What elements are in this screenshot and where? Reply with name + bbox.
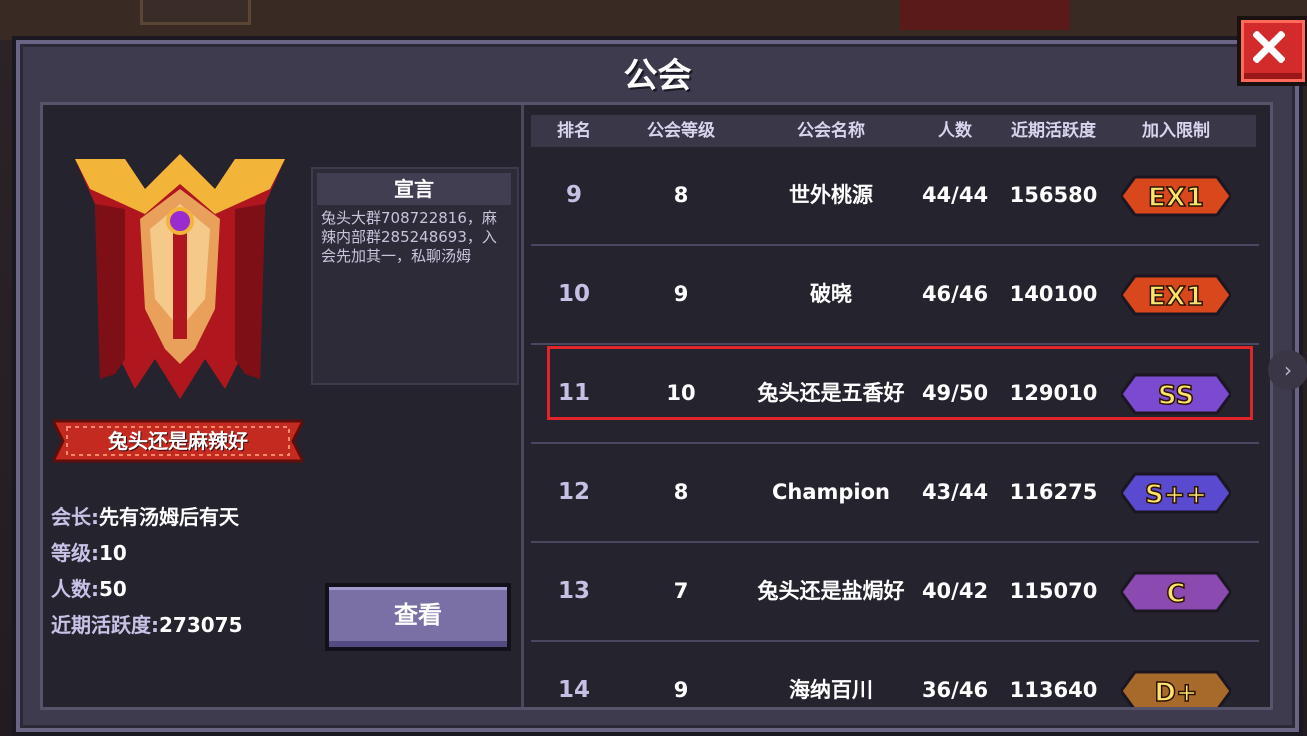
row-activity: 140100 [1009,282,1098,306]
header-members: 人数 [938,121,972,141]
join-limit-badge: EX1 [1121,175,1231,217]
declaration-title: 宣言 [317,173,511,205]
join-limit-label: C [1166,579,1185,609]
header-name: 公会名称 [797,121,865,141]
header-activity: 近期活跃度 [1011,121,1096,141]
row-guild-level: 9 [673,282,689,306]
table-row[interactable]: 13 7 兔头还是盐焗好 40/42 115070 C [531,543,1259,642]
level-label: 等级: [51,541,99,565]
members-label: 人数: [51,577,99,601]
header-rank: 排名 [557,121,591,141]
activity-line: 近期活跃度:273075 [51,609,243,638]
row-activity: 156580 [1009,183,1098,207]
guild-banner-emblem [75,154,285,399]
close-icon [1253,31,1285,63]
row-members: 40/42 [921,579,989,603]
view-button[interactable]: 查看 [325,583,511,651]
modal-title: 公会 [623,56,692,96]
leader-label: 会长: [51,505,99,529]
row-guild-name: Champion [771,480,891,504]
join-limit-label: EX1 [1148,183,1204,213]
join-limit-label: D+ [1154,678,1197,707]
row-members: 44/44 [921,183,989,207]
modal-content: 兔头还是麻辣好 宣言 兔头大群708722816，麻辣内部群285248693，… [40,102,1273,710]
row-guild-name: 破晓 [810,282,852,306]
level-value: 10 [99,541,127,565]
row-members: 36/46 [921,678,989,702]
activity-label: 近期活跃度: [51,613,159,637]
join-limit-badge: C [1121,571,1231,613]
table-row[interactable]: 12 8 Champion 43/44 116275 S++ [531,444,1259,543]
table-row[interactable]: 9 8 世外桃源 44/44 156580 EX1 [531,147,1259,246]
table-row[interactable]: 14 9 海纳百川 36/46 113640 D+ [531,642,1259,707]
chevron-right-icon[interactable]: › [1268,350,1307,390]
panel-divider [521,105,524,707]
join-limit-label: EX1 [1148,282,1204,312]
row-activity: 113640 [1009,678,1098,702]
guild-ranking-table: 排名 公会等级 公会名称 人数 近期活跃度 加入限制 9 8 世外桃源 44/44 15… [531,105,1261,707]
header-join-limit: 加入限制 [1142,121,1210,141]
row-rank: 14 [557,677,590,703]
row-rank: 12 [557,479,590,505]
declaration-box: 宣言 兔头大群708722816，麻辣内部群285248693，入会先加其一，私… [311,167,519,385]
guild-detail-panel: 兔头还是麻辣好 宣言 兔头大群708722816，麻辣内部群285248693，… [43,105,521,707]
row-rank: 10 [557,281,590,307]
row-members: 46/46 [921,282,989,306]
row-guild-level: 8 [673,183,689,207]
join-limit-badge: EX1 [1121,274,1231,316]
row-guild-level: 9 [673,678,689,702]
background-carpet [900,0,1070,30]
row-guild-name: 海纳百川 [789,678,873,702]
row-guild-name: 世外桃源 [789,183,873,207]
leader-line: 会长:先有汤姆后有天 [51,501,239,530]
row-members: 43/44 [921,480,989,504]
members-value: 50 [99,577,127,601]
join-limit-badge: S++ [1121,472,1231,514]
row-rank: 13 [557,578,590,604]
header-level: 公会等级 [647,121,715,141]
close-button[interactable] [1237,16,1307,86]
leader-value: 先有汤姆后有天 [99,505,239,529]
row-guild-level: 7 [673,579,689,603]
guild-name-ribbon: 兔头还是麻辣好 [50,417,306,465]
row-activity: 116275 [1009,480,1098,504]
guild-name: 兔头还是麻辣好 [108,429,248,453]
selected-row-highlight [547,346,1253,420]
row-rank: 9 [565,182,582,208]
join-limit-label: S++ [1145,480,1207,510]
declaration-text: 兔头大群708722816，麻辣内部群285248693，入会先加其一，私聊汤姆 [321,209,497,265]
row-activity: 115070 [1009,579,1098,603]
guild-modal: 公会 兔头还是麻辣好 宣言 兔头大群708722816，麻辣内部群2852486… [12,36,1303,736]
members-line: 人数:50 [51,573,127,602]
row-guild-level: 8 [673,480,689,504]
activity-value: 273075 [159,613,243,637]
background-furniture [140,0,251,25]
level-line: 等级:10 [51,537,127,566]
join-limit-badge: D+ [1121,670,1231,707]
table-header: 排名 公会等级 公会名称 人数 近期活跃度 加入限制 [531,115,1256,147]
table-row[interactable]: 10 9 破晓 46/46 140100 EX1 [531,246,1259,345]
row-guild-name: 兔头还是盐焗好 [757,579,905,603]
